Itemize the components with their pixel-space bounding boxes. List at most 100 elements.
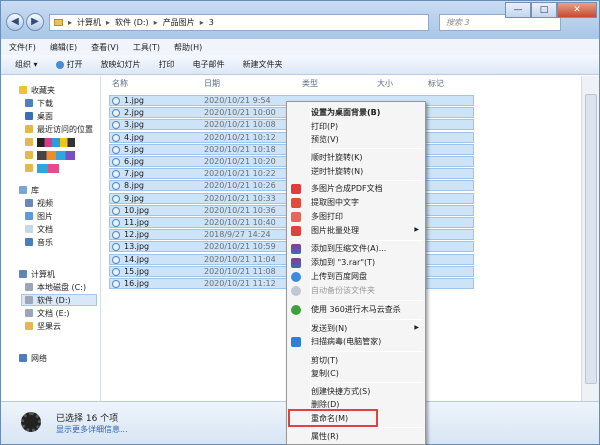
file-name: 16.jpg bbox=[124, 279, 150, 288]
menu-item-auto-backup[interactable]: 自动备份该文件夹 bbox=[311, 285, 375, 297]
print-button[interactable]: 打印 bbox=[159, 59, 175, 70]
column-header-name[interactable]: 名称 bbox=[112, 78, 128, 90]
file-date: 2020/10/21 11:12 bbox=[204, 279, 276, 288]
email-button[interactable]: 电子邮件 bbox=[193, 59, 225, 70]
image-file-icon bbox=[112, 133, 120, 142]
sidebar-item-recent[interactable]: 最近访问的位置 bbox=[25, 123, 93, 135]
menu-item-scan-tencent[interactable]: 扫描病毒(电脑管家) bbox=[311, 336, 381, 348]
menu-item-scan-360[interactable]: 使用 360进行木马云查杀 bbox=[311, 304, 401, 316]
close-button[interactable]: ✕ bbox=[557, 2, 597, 18]
sidebar-item-video[interactable]: 视频 bbox=[25, 197, 53, 209]
menu-separator bbox=[313, 240, 423, 241]
sidebar-item-network[interactable]: 网络 bbox=[19, 352, 47, 364]
column-header-size[interactable]: 大小 bbox=[377, 78, 393, 90]
breadcrumb-drive[interactable]: 软件 (D:) bbox=[115, 17, 149, 28]
image-file-icon bbox=[112, 194, 120, 203]
menu-item-rotate-ccw[interactable]: 逆时针旋转(N) bbox=[311, 166, 363, 178]
back-button[interactable]: ◀ bbox=[6, 13, 24, 31]
menu-item-rotate-cw[interactable]: 顺时针旋转(K) bbox=[311, 152, 363, 164]
menu-tools[interactable]: 工具(T) bbox=[133, 42, 160, 53]
menu-edit[interactable]: 编辑(E) bbox=[50, 42, 77, 53]
menu-item-create-shortcut[interactable]: 创建快捷方式(S) bbox=[311, 386, 370, 398]
sidebar-label: 网络 bbox=[31, 353, 47, 363]
file-name: 3.jpg bbox=[124, 120, 145, 130]
menu-view[interactable]: 查看(V) bbox=[91, 42, 119, 53]
desktop-icon bbox=[25, 112, 33, 120]
menu-item-copy[interactable]: 复制(C) bbox=[311, 368, 339, 380]
sidebar-item-disk-c[interactable]: 本地磁盘 (C:) bbox=[25, 281, 86, 293]
breadcrumb-computer[interactable]: 计算机 bbox=[77, 17, 101, 28]
organize-button[interactable]: 组织 ▾ bbox=[15, 59, 38, 70]
more-details-link[interactable]: 显示更多详细信息... bbox=[56, 424, 128, 435]
sidebar-item-music[interactable]: 音乐 bbox=[25, 236, 53, 248]
sidebar-item-shortcut[interactable] bbox=[25, 149, 75, 161]
sidebar-item-computer[interactable]: 计算机 bbox=[19, 268, 55, 280]
menu-item-add-rar[interactable]: 添加到 "3.rar"(T) bbox=[311, 257, 375, 269]
file-name: 15.jpg bbox=[124, 266, 150, 276]
chevron-right-icon: ▸ bbox=[199, 18, 204, 27]
menu-file[interactable]: 文件(F) bbox=[9, 42, 36, 53]
sidebar-item-desktop[interactable]: 桌面 bbox=[25, 110, 53, 122]
image-file-icon bbox=[112, 219, 120, 227]
menu-item-preview[interactable]: 预览(V) bbox=[311, 134, 339, 146]
vertical-scrollbar[interactable] bbox=[581, 76, 599, 401]
file-date: 2020/10/21 10:22 bbox=[204, 169, 276, 179]
sidebar-item-cloud[interactable]: 坚果云 bbox=[25, 320, 61, 332]
sidebar-label: 图片 bbox=[37, 211, 53, 221]
minimize-button[interactable]: — bbox=[505, 2, 531, 18]
sidebar-item-favorites[interactable]: 收藏夹 bbox=[19, 84, 55, 96]
menu-item-merge-pdf[interactable]: 多图片合成PDF文档 bbox=[311, 183, 383, 195]
breadcrumb-current[interactable]: 3 bbox=[209, 18, 214, 27]
sidebar-item-library[interactable]: 库 bbox=[19, 184, 39, 196]
drive-icon bbox=[25, 296, 33, 304]
breadcrumb-folder[interactable]: 产品图片 bbox=[163, 17, 195, 28]
sidebar-item-shortcut[interactable] bbox=[25, 136, 75, 148]
menu-item-cut[interactable]: 剪切(T) bbox=[311, 355, 338, 367]
menu-item-print[interactable]: 打印(P) bbox=[311, 121, 338, 133]
address-bar[interactable]: ▸ 计算机 ▸ 软件 (D:) ▸ 产品图片 ▸ 3 bbox=[49, 14, 429, 31]
menu-item-batch[interactable]: 图片批量处理 bbox=[311, 225, 359, 237]
maximize-button[interactable]: □ bbox=[531, 2, 557, 18]
sidebar-item-pictures[interactable]: 图片 bbox=[25, 210, 53, 222]
folder-icon bbox=[25, 151, 33, 159]
file-date: 2020/10/21 10:33 bbox=[204, 193, 276, 203]
column-header-type[interactable]: 类型 bbox=[302, 78, 318, 90]
drive-icon bbox=[25, 309, 33, 317]
sidebar-item-disk-e[interactable]: 文档 (E:) bbox=[25, 307, 70, 319]
menu-help[interactable]: 帮助(H) bbox=[174, 42, 202, 53]
rename-highlight-box bbox=[288, 409, 378, 427]
open-button[interactable]: 打开 bbox=[55, 59, 83, 70]
slideshow-button[interactable]: 放映幻灯片 bbox=[101, 59, 141, 70]
menu-separator bbox=[313, 382, 423, 383]
menu-item-set-wallpaper[interactable]: 设置为桌面背景(B) bbox=[311, 107, 380, 119]
music-icon bbox=[25, 238, 33, 246]
printer-icon bbox=[291, 212, 301, 222]
drive-icon bbox=[25, 283, 33, 291]
column-header-date[interactable]: 日期 bbox=[204, 78, 220, 90]
baidu-cloud-icon bbox=[291, 272, 301, 282]
scrollbar-thumb[interactable] bbox=[585, 94, 597, 384]
file-date: 2020/10/21 10:18 bbox=[204, 144, 276, 154]
forward-button[interactable]: ▶ bbox=[26, 13, 44, 31]
file-date: 2020/10/21 11:04 bbox=[204, 254, 276, 264]
new-folder-button[interactable]: 新建文件夹 bbox=[243, 59, 283, 70]
sidebar-item-shortcut[interactable] bbox=[25, 162, 59, 174]
menu-item-multi-print[interactable]: 多图打印 bbox=[311, 211, 343, 223]
menu-item-send-to[interactable]: 发送到(N) bbox=[311, 323, 347, 335]
chevron-right-icon: ▸ bbox=[106, 18, 111, 27]
context-menu: 设置为桌面背景(B) 打印(P) 预览(V) 顺时针旋转(K) 逆时针旋转(N)… bbox=[286, 101, 426, 445]
sidebar-item-disk-d[interactable]: 软件 (D:) bbox=[21, 294, 97, 306]
menu-item-extract-text[interactable]: 提取图中文字 bbox=[311, 197, 359, 209]
sidebar-item-downloads[interactable]: 下载 bbox=[25, 97, 53, 109]
menu-item-add-archive[interactable]: 添加到压缩文件(A)... bbox=[311, 243, 386, 255]
image-file-icon bbox=[112, 280, 120, 288]
menu-item-properties[interactable]: 属性(R) bbox=[311, 431, 339, 443]
file-date: 2020/10/21 10:36 bbox=[204, 205, 276, 215]
sidebar-item-documents[interactable]: 文档 bbox=[25, 223, 53, 235]
image-file-icon bbox=[112, 158, 120, 166]
column-header-tags[interactable]: 标记 bbox=[428, 78, 444, 90]
image-file-icon bbox=[112, 255, 120, 264]
menu-item-upload-baidu[interactable]: 上传到百度网盘 bbox=[311, 271, 367, 283]
image-file-icon bbox=[112, 206, 120, 215]
file-date: 2020/10/21 9:54 bbox=[204, 96, 271, 105]
